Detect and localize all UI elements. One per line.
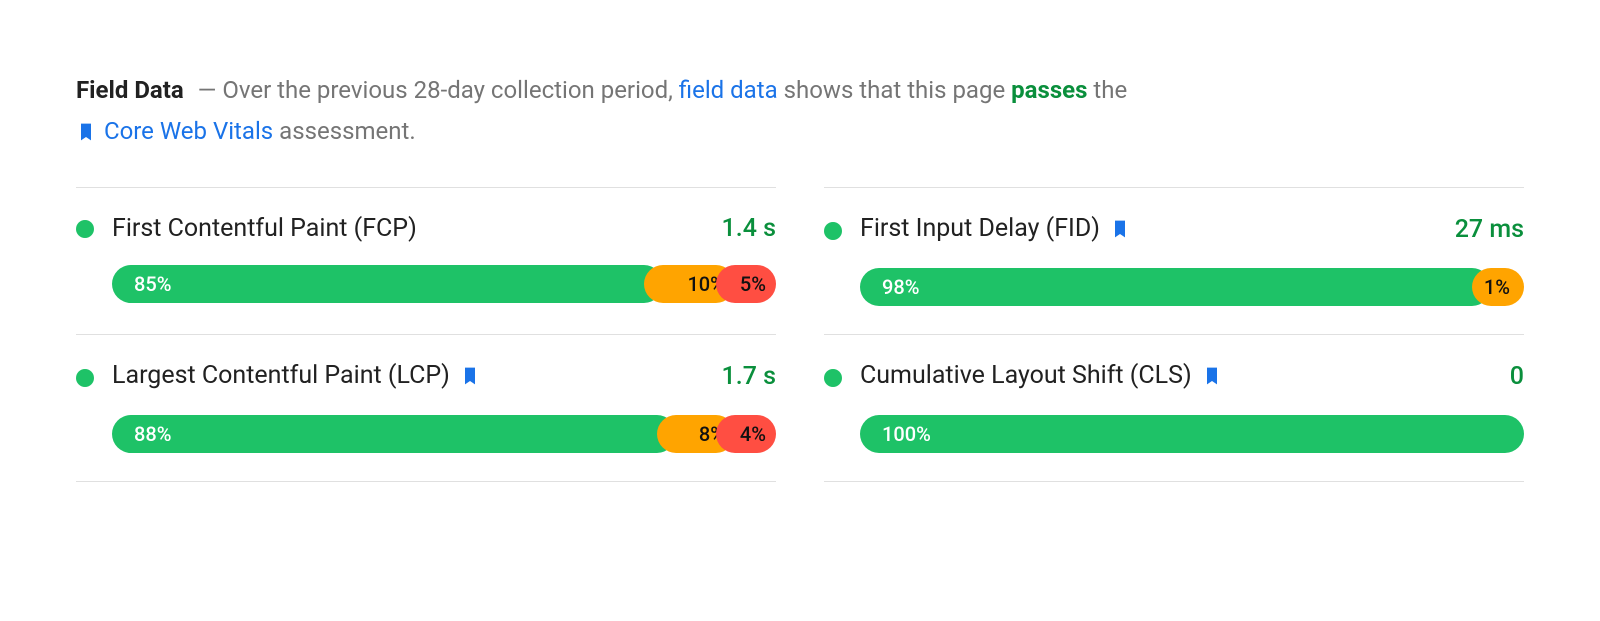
seg-good: 88% bbox=[112, 415, 676, 453]
seg-poor: 5% bbox=[716, 265, 776, 303]
metric-fcp: First Contentful Paint (FCP) 1.4 s 85% 1… bbox=[76, 187, 776, 334]
dash: — bbox=[198, 76, 217, 104]
seg-good: 100% bbox=[860, 415, 1524, 453]
seg-good-label: 85% bbox=[134, 272, 171, 296]
seg-good: 85% bbox=[112, 265, 663, 303]
seg-good-label: 100% bbox=[882, 422, 931, 446]
summary-mid: shows that this page bbox=[784, 76, 1006, 104]
bookmark-icon bbox=[1110, 217, 1130, 246]
field-data-summary: Field Data — Over the previous 28-day co… bbox=[76, 70, 1524, 155]
metric-lcp: Largest Contentful Paint (LCP) 1.7 s 88%… bbox=[76, 334, 776, 482]
distribution-bar: 98% 1% bbox=[860, 268, 1524, 306]
status-dot-icon bbox=[824, 369, 842, 387]
core-web-vitals-link[interactable]: Core Web Vitals bbox=[104, 117, 273, 145]
seg-good-label: 98% bbox=[882, 275, 919, 299]
metric-cls: Cumulative Layout Shift (CLS) 0 100% bbox=[824, 334, 1524, 482]
seg-ni: 1% bbox=[1472, 268, 1524, 306]
status-dot-icon bbox=[824, 222, 842, 240]
status-dot-icon bbox=[76, 369, 94, 387]
distribution-bar: 100% bbox=[860, 415, 1524, 453]
seg-ni-label: 1% bbox=[1484, 275, 1510, 299]
section-title: Field Data bbox=[76, 76, 184, 104]
metric-value: 1.4 s bbox=[722, 214, 776, 243]
bookmark-icon bbox=[76, 114, 96, 155]
seg-good: 98% bbox=[860, 268, 1491, 306]
metric-title: First Contentful Paint (FCP) bbox=[112, 214, 417, 243]
bookmark-icon bbox=[460, 364, 480, 393]
metric-value: 1.7 s bbox=[722, 362, 776, 391]
summary-post: the bbox=[1093, 76, 1127, 104]
metric-title: First Input Delay (FID) bbox=[860, 214, 1130, 246]
passes-status: passes bbox=[1011, 76, 1087, 104]
field-data-link[interactable]: field data bbox=[679, 76, 778, 104]
metric-fid: First Input Delay (FID) 27 ms 98% 1% bbox=[824, 187, 1524, 334]
metric-title: Cumulative Layout Shift (CLS) bbox=[860, 361, 1222, 393]
bookmark-icon bbox=[1202, 364, 1222, 393]
metric-value: 27 ms bbox=[1455, 215, 1524, 244]
seg-poor-label: 5% bbox=[740, 272, 766, 296]
seg-poor-label: 4% bbox=[740, 422, 766, 446]
metric-value: 0 bbox=[1510, 362, 1524, 391]
metric-title: Largest Contentful Paint (LCP) bbox=[112, 361, 480, 393]
summary-pre: Over the previous 28-day collection peri… bbox=[222, 76, 672, 104]
distribution-bar: 88% 8% 4% bbox=[112, 415, 776, 453]
seg-poor: 4% bbox=[716, 415, 776, 453]
metrics-grid: First Contentful Paint (FCP) 1.4 s 85% 1… bbox=[76, 187, 1524, 482]
status-dot-icon bbox=[76, 220, 94, 238]
seg-good-label: 88% bbox=[134, 422, 171, 446]
summary-tail: assessment. bbox=[279, 117, 416, 145]
distribution-bar: 85% 10% 5% bbox=[112, 265, 776, 303]
